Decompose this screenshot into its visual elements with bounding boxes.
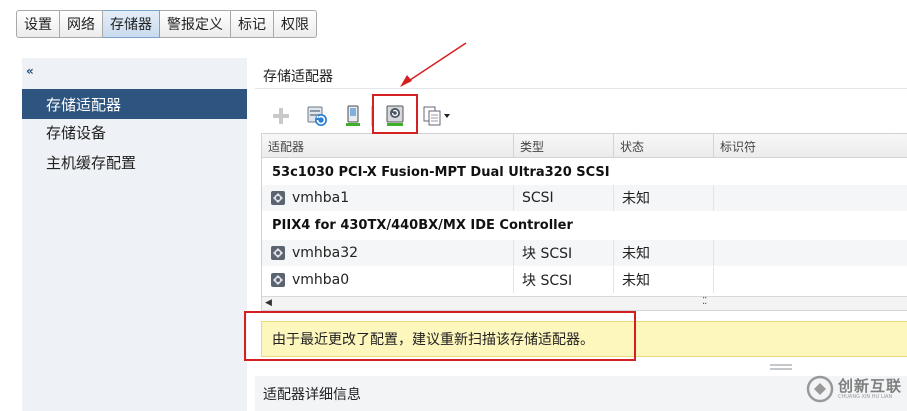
title-divider (255, 88, 907, 89)
top-tab-bar: 设置 网络 存储器 警报定义 标记 权限 (16, 10, 317, 38)
type-cell: 块 SCSI (514, 240, 614, 266)
hba-adapter-icon (270, 190, 286, 206)
watermark-logo: 创新互联 CHUANG XIN HU LIAN (806, 372, 906, 406)
storage-sidebar: « 存储适配器 存储设备 主机缓存配置 (22, 58, 247, 411)
column-header-adapter[interactable]: 适配器 (262, 134, 514, 158)
rescan-adapter-icon[interactable] (341, 104, 365, 128)
tab-settings[interactable]: 设置 (16, 10, 60, 38)
column-header-status[interactable]: 状态 (614, 134, 714, 158)
annotation-highlight-rescan-button (372, 94, 418, 134)
watermark-title: 创新互联 (838, 377, 903, 395)
annotation-arrow-icon (400, 42, 467, 87)
collapse-sidebar-icon[interactable]: « (26, 64, 34, 78)
column-header-identifier[interactable]: 标识符 (714, 134, 907, 158)
adapter-toolbar (263, 102, 907, 130)
add-icon[interactable] (269, 104, 293, 128)
annotation-highlight-notice (244, 311, 636, 361)
rescan-storage-icon[interactable] (305, 104, 329, 128)
table-row[interactable]: vmhba1 SCSI 未知 (262, 185, 907, 211)
identifier-cell (714, 267, 907, 293)
table-header: 适配器 类型 状态 标识符 (262, 134, 907, 158)
tab-tags[interactable]: 标记 (231, 10, 274, 38)
identifier-cell (714, 185, 907, 211)
adapter-details-title: 适配器详细信息 (263, 387, 361, 403)
sidebar-item-storage-devices[interactable]: 存储设备 (22, 117, 247, 147)
brand-logo-icon (806, 375, 834, 403)
adapter-name: vmhba1 (292, 190, 350, 206)
status-cell: 未知 (614, 267, 714, 293)
type-cell: 块 SCSI (514, 267, 614, 293)
identifier-cell (714, 240, 907, 266)
sidebar-item-storage-adapters[interactable]: 存储适配器 (22, 89, 247, 119)
adapter-name: vmhba0 (292, 272, 350, 288)
tab-storage[interactable]: 存储器 (103, 10, 160, 38)
adapter-cell: vmhba32 (262, 240, 514, 266)
adapter-cell: vmhba0 (262, 267, 514, 293)
tab-permissions[interactable]: 权限 (274, 10, 317, 38)
hba-adapter-icon (270, 272, 286, 288)
page-title: 存储适配器 (263, 69, 333, 85)
horizontal-scrollbar[interactable]: ◀ ⁚⁚ (262, 296, 907, 310)
table-row[interactable]: vmhba32 块 SCSI 未知 (262, 240, 907, 266)
adapter-cell: vmhba1 (262, 185, 514, 211)
tab-alarm-definitions[interactable]: 警报定义 (160, 10, 231, 38)
hba-adapter-icon (270, 245, 286, 261)
status-cell: 未知 (614, 240, 714, 266)
sidebar-item-host-cache-configuration[interactable]: 主机缓存配置 (22, 147, 247, 177)
scroll-left-icon[interactable]: ◀ (265, 298, 272, 308)
column-grip-icon[interactable]: ⁚⁚ (702, 296, 707, 307)
type-cell: SCSI (514, 185, 614, 211)
table-row[interactable]: vmhba0 块 SCSI 未知 (262, 267, 907, 293)
panel-splitter-handle[interactable] (770, 364, 792, 370)
status-cell: 未知 (614, 185, 714, 211)
copy-settings-icon[interactable] (421, 104, 455, 128)
adapter-group-header[interactable]: PIIX4 for 430TX/440BX/MX IDE Controller (262, 212, 907, 238)
adapter-group-header[interactable]: 53c1030 PCI-X Fusion-MPT Dual Ultra320 S… (262, 159, 907, 185)
adapter-name: vmhba32 (292, 245, 359, 261)
tab-network[interactable]: 网络 (60, 10, 103, 38)
column-header-type[interactable]: 类型 (514, 134, 614, 158)
adapters-table: 适配器 类型 状态 标识符 53c1030 PCI-X Fusion-MPT D… (261, 133, 907, 311)
